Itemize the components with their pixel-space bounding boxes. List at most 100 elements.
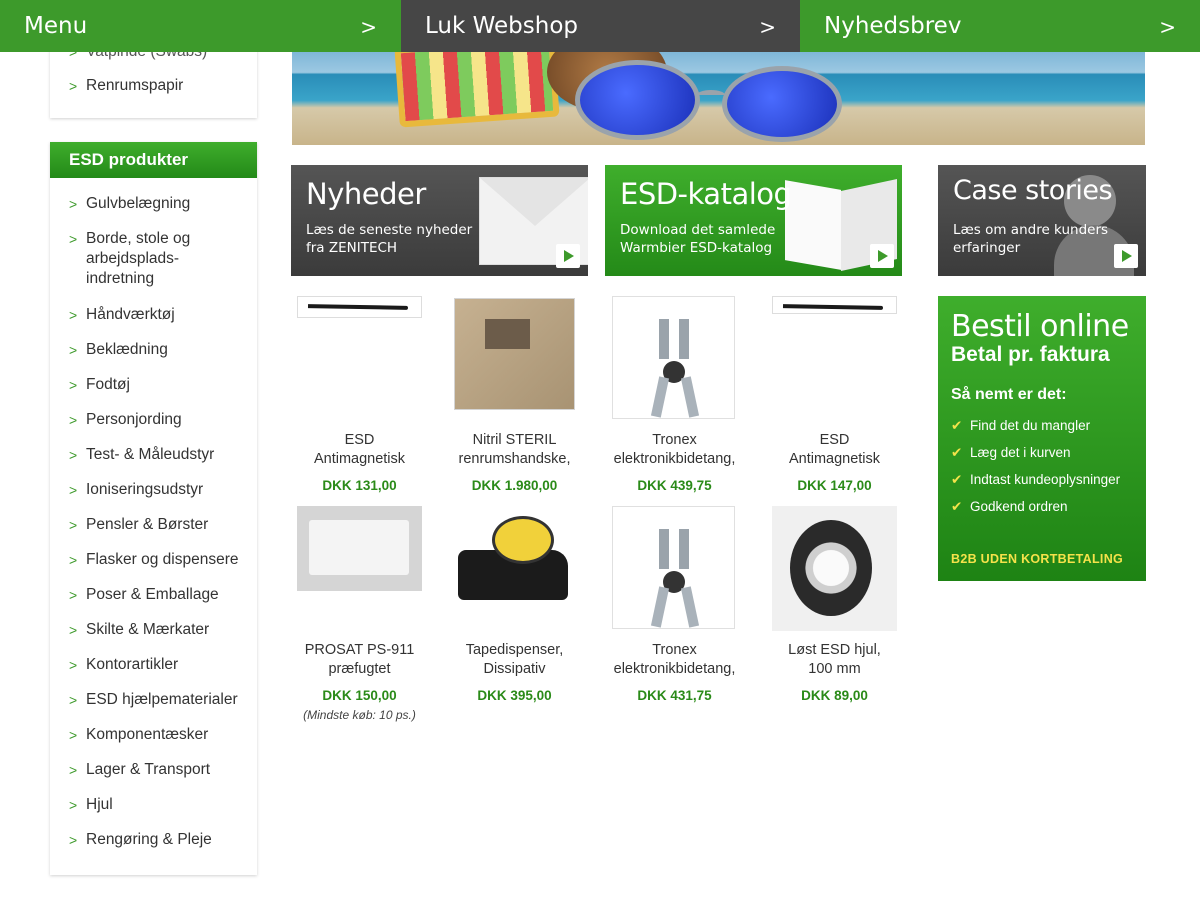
product-image[interactable] — [452, 506, 577, 633]
sidebar-item-cleanroom-paper[interactable]: > Renrumspapir — [69, 76, 257, 96]
top-navigation: Menu > Luk Webshop > Nyhedsbrev > — [0, 0, 1200, 52]
sidebar-item-label: Test- & Måleudstyr — [86, 446, 215, 463]
product-card[interactable]: ESD Antimagnetisk DKK 131,00 — [297, 296, 422, 493]
close-webshop-button[interactable]: Luk Webshop > — [401, 0, 800, 52]
product-image[interactable] — [612, 506, 737, 633]
hero-banner-image — [292, 52, 1145, 145]
order-step: ✔ Læg det i kurven — [951, 439, 1146, 466]
wipes-image — [297, 506, 422, 591]
product-card[interactable]: Tronex elektronikbidetang, DKK 439,75 — [612, 296, 737, 493]
newsletter-label: Nyhedsbrev — [824, 13, 962, 39]
sidebar-item-label: Kontorartikler — [86, 656, 179, 673]
sidebar-item-furniture[interactable]: > Borde, stole og arbejdsplads-indretning — [69, 229, 257, 289]
product-name[interactable]: Tronex — [612, 431, 737, 450]
sidebar-item-component-boxes[interactable]: > Komponentæsker — [69, 725, 257, 745]
order-steps-list: ✔ Find det du mangler ✔ Læg det i kurven ✔… — [951, 412, 1146, 520]
order-step: ✔ Indtast kundeoplysninger — [951, 466, 1146, 493]
chevron-right-icon: > — [69, 657, 78, 673]
chevron-right-icon: > — [69, 196, 78, 212]
product-name-line2[interactable]: Antimagnetisk — [297, 450, 422, 469]
product-name[interactable]: Tronex — [612, 641, 737, 660]
sidebar-item-bottles[interactable]: > Flasker og dispensere — [69, 550, 257, 570]
sidebar-item-label: Personjording — [86, 411, 182, 428]
menu-label: Menu — [24, 13, 88, 39]
promo-esd-catalog[interactable]: ESD-katalog Download det samlede Warmbie… — [605, 165, 902, 276]
product-name-line2[interactable]: elektronikbidetang, — [612, 660, 737, 679]
product-card[interactable]: Løst ESD hjul, 100 mm DKK 89,00 — [772, 506, 897, 703]
product-name[interactable]: Nitril STERIL — [452, 431, 577, 450]
promo-title: ESD-katalog — [620, 177, 792, 211]
product-card[interactable]: Nitril STERIL renrumshandske, DKK 1.980,… — [452, 296, 577, 493]
sidebar-item-clothing[interactable]: > Beklædning — [69, 340, 257, 360]
chevron-right-icon: > — [69, 832, 78, 848]
product-image[interactable] — [772, 506, 897, 633]
cutter-image — [612, 296, 735, 419]
product-card[interactable]: PROSAT PS-911 præfugtet DKK 150,00 (Mind… — [297, 506, 422, 724]
product-image[interactable] — [297, 506, 422, 633]
product-card[interactable]: ESD Antimagnetisk DKK 147,00 — [772, 296, 897, 493]
sidebar-item-hand-tools[interactable]: > Håndværktøj — [69, 305, 257, 325]
play-icon[interactable] — [556, 244, 580, 268]
product-card[interactable]: Tronex elektronikbidetang, DKK 431,75 — [612, 506, 737, 703]
sidebar-item-label: Poser & Emballage — [86, 586, 219, 603]
sidebar-item-signs[interactable]: > Skilte & Mærkater — [69, 620, 257, 640]
play-icon[interactable] — [1114, 244, 1138, 268]
product-name[interactable]: ESD — [297, 431, 422, 450]
sidebar-item-label: Lager & Transport — [86, 761, 211, 778]
chevron-right-icon: > — [69, 482, 78, 498]
close-webshop-label: Luk Webshop — [425, 13, 578, 39]
product-name-line2[interactable]: renrumshandske, — [452, 450, 577, 469]
minimum-purchase-note: (Mindste køb: 10 ps.) — [303, 708, 416, 722]
sidebar-item-test-equipment[interactable]: > Test- & Måleudstyr — [69, 445, 257, 465]
order-online-box[interactable]: Bestil online Betal pr. faktura Så nemt … — [938, 296, 1146, 581]
product-name[interactable]: ESD — [772, 431, 897, 450]
chevron-right-icon: > — [69, 78, 78, 94]
product-name-line2[interactable]: Dissipativ — [452, 660, 577, 679]
chevron-right-icon: > — [69, 412, 78, 428]
promo-text: Læs om andre kunders erfaringer — [953, 222, 1109, 256]
tweezer-image — [297, 296, 422, 318]
product-name-line2[interactable]: 100 mm — [772, 660, 897, 679]
product-image[interactable] — [452, 296, 577, 423]
product-name-line2[interactable]: præfugtet — [297, 660, 422, 679]
menu-button[interactable]: Menu > — [0, 0, 401, 52]
order-title: Bestil online — [951, 309, 1129, 344]
product-name[interactable]: Løst ESD hjul, — [772, 641, 897, 660]
sidebar-item-aids[interactable]: > ESD hjælpematerialer — [69, 690, 257, 710]
chevron-right-icon: > — [69, 342, 78, 358]
promo-case-stories[interactable]: Case stories Læs om andre kunders erfari… — [938, 165, 1146, 276]
tape-dispenser-image — [452, 506, 577, 616]
product-name-line2[interactable]: Antimagnetisk — [772, 450, 897, 469]
sidebar-item-label: Flasker og dispensere — [86, 551, 239, 568]
product-image[interactable] — [297, 296, 422, 423]
sidebar-item-label: Renrumspapir — [86, 77, 184, 94]
sidebar-item-footwear[interactable]: > Fodtøj — [69, 375, 257, 395]
menu-arrow-icon: > — [360, 15, 377, 39]
sidebar-item-ionizers[interactable]: > Ioniseringsudstyr — [69, 480, 257, 500]
sidebar-item-grounding[interactable]: > Personjording — [69, 410, 257, 430]
sidebar-item-storage[interactable]: > Lager & Transport — [69, 760, 257, 780]
product-price: DKK 1.980,00 — [471, 478, 558, 493]
check-icon: ✔ — [951, 418, 963, 433]
sunglasses-lens-right — [722, 66, 842, 142]
chevron-right-icon: > — [69, 797, 78, 813]
sidebar-item-flooring[interactable]: > Gulvbelægning — [69, 194, 257, 214]
sidebar-item-label: ESD hjælpematerialer — [86, 691, 238, 708]
sidebar-item-wheels[interactable]: > Hjul — [69, 795, 257, 815]
product-image[interactable] — [772, 296, 897, 423]
sidebar-header[interactable]: ESD produkter — [50, 142, 257, 178]
sidebar-item-cleaning[interactable]: > Rengøring & Pleje — [69, 830, 257, 850]
newsletter-button[interactable]: Nyhedsbrev > — [800, 0, 1200, 52]
product-card[interactable]: Tapedispenser, Dissipativ DKK 395,00 — [452, 506, 577, 703]
product-name-line2[interactable]: elektronikbidetang, — [612, 450, 737, 469]
product-name[interactable]: PROSAT PS-911 — [297, 641, 422, 660]
sidebar-item-brushes[interactable]: > Pensler & Børster — [69, 515, 257, 535]
promo-text: Læs de seneste nyheder fra ZENITECH — [306, 222, 473, 256]
promo-news[interactable]: Nyheder Læs de seneste nyheder fra ZENIT… — [291, 165, 588, 276]
sidebar-item-bags[interactable]: > Poser & Emballage — [69, 585, 257, 605]
product-image[interactable] — [612, 296, 737, 423]
product-name[interactable]: Tapedispenser, — [452, 641, 577, 660]
sidebar-item-office[interactable]: > Kontorartikler — [69, 655, 257, 675]
sidebar-esd-products: ESD produkter > Gulvbelægning > Borde, sto… — [50, 142, 257, 875]
play-icon[interactable] — [870, 244, 894, 268]
